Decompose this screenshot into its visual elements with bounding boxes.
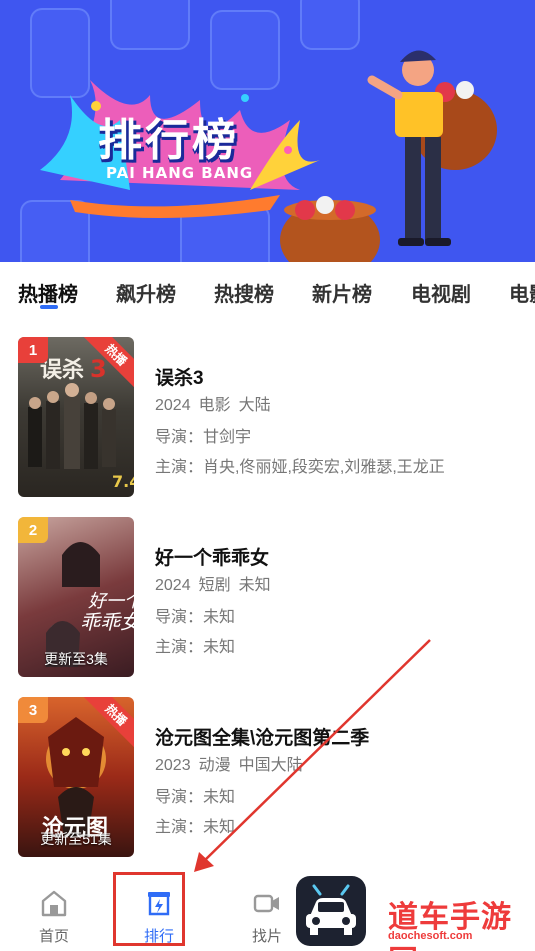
item-director: 导演：未知 — [155, 783, 235, 807]
tab-movie[interactable]: 电影 — [509, 278, 535, 307]
poster-update-note: 更新至51集 — [40, 831, 112, 847]
tab-rising[interactable]: 飙升榜 — [116, 278, 176, 307]
home-icon — [41, 890, 67, 917]
rank-badge: 2 — [18, 517, 48, 543]
annotation-highlight-box — [113, 872, 185, 946]
rank-banner: 排行榜 PAI HANG BANG — [0, 0, 535, 262]
video-icon — [253, 894, 279, 913]
rank-badge: 3 — [18, 697, 48, 723]
item-meta: 2023 动漫 中国大陆 — [155, 751, 303, 775]
watermark-logo — [296, 876, 366, 946]
svg-text:3: 3 — [90, 355, 107, 383]
list-item[interactable]: 误杀 3 7.4 1 热播 误杀3 2024 电影大陆 导演：甘剑宇 主演：肖央,… — [0, 337, 535, 497]
watermark-text: 道车手游网 — [388, 900, 512, 951]
car-icon — [306, 884, 356, 935]
nav-home[interactable]: 首页 — [19, 876, 89, 951]
director-label: 导演： — [155, 429, 204, 446]
poster-update-note: 更新至3集 — [44, 651, 108, 667]
banner-subtitle: PAI HANG BANG — [106, 164, 254, 182]
item-year: 2024 — [155, 397, 191, 414]
cast-label: 主演： — [155, 639, 204, 656]
nav-home-label: 首页 — [38, 928, 69, 945]
director-value: 未知 — [203, 609, 236, 626]
item-year: 2024 — [155, 577, 191, 594]
watermark: 道车手游网 daochesoft.com — [296, 874, 535, 951]
item-genre: 动漫 — [198, 757, 231, 774]
svg-text:误杀: 误杀 — [40, 357, 84, 383]
cast-value: 未知 — [203, 819, 236, 836]
rank-tabs: 热播榜 飙升榜 热搜榜 新片榜 电视剧 电影 — [0, 262, 535, 316]
svg-text:乖乖女: 乖乖女 — [80, 610, 134, 634]
item-meta: 2024 短剧 未知 — [155, 571, 271, 595]
tab-tv[interactable]: 电视剧 — [411, 278, 471, 307]
director-label: 导演： — [155, 609, 204, 626]
director-label: 导演： — [155, 789, 204, 806]
item-cast: 主演：未知 — [155, 633, 235, 657]
item-cast: 主演：未知 — [155, 813, 235, 837]
tab-hot-play[interactable]: 热播榜 — [18, 278, 78, 307]
item-director: 导演：未知 — [155, 603, 235, 627]
poster[interactable]: 误杀 3 7.4 1 热播 — [18, 337, 134, 497]
item-cast: 主演：肖央,佟丽娅,段奕宏,刘雅瑟,王龙正 — [155, 453, 445, 477]
poster[interactable]: 沧元图 3 热播 更新至51集 — [18, 697, 134, 857]
watermark-sub: daochesoft.com — [388, 930, 473, 942]
tab-new[interactable]: 新片榜 — [312, 278, 372, 307]
tab-hot-search[interactable]: 热搜榜 — [214, 278, 274, 307]
item-genre: 短剧 — [198, 577, 231, 594]
cast-label: 主演： — [155, 459, 204, 476]
director-value: 未知 — [203, 789, 236, 806]
banner-splash-icon — [40, 50, 497, 262]
nav-find-label: 找片 — [251, 928, 282, 945]
item-genre: 电影 — [198, 397, 231, 414]
item-title[interactable]: 好一个乖乖女 — [155, 543, 269, 570]
rank-badge: 1 — [18, 337, 48, 363]
poster[interactable]: 好一个 乖乖女 2 更新至3集 — [18, 517, 134, 677]
item-title[interactable]: 沧元图全集\沧元图第二季 — [155, 723, 369, 750]
tab-active-indicator — [40, 305, 58, 309]
item-region: 未知 — [238, 577, 271, 594]
list-item[interactable]: 好一个 乖乖女 2 更新至3集 好一个乖乖女 2024短剧未知 导演：未知 主演… — [0, 517, 535, 677]
svg-text:好一个: 好一个 — [88, 591, 134, 612]
banner-title: 排行榜 — [98, 115, 239, 166]
item-region: 大陆 — [238, 397, 271, 414]
nav-find[interactable]: 找片 — [232, 876, 302, 951]
svg-text:7.4: 7.4 — [112, 472, 134, 491]
list-item[interactable]: 沧元图 3 热播 更新至51集 沧元图全集\沧元图第二季 2023 动漫 中国大陆 … — [0, 697, 535, 857]
item-year: 2023 — [155, 757, 191, 774]
item-meta: 2024 电影 大陆 — [155, 391, 271, 415]
item-title[interactable]: 误杀3 — [155, 363, 204, 390]
cast-label: 主演： — [155, 819, 204, 836]
cast-value: 未知 — [203, 639, 236, 656]
director-value: 甘剑宇 — [203, 429, 252, 446]
item-director: 导演：甘剑宇 — [155, 423, 251, 447]
item-region: 中国大陆 — [238, 757, 303, 774]
cast-value: 肖央,佟丽娅,段奕宏,刘雅瑟,王龙正 — [203, 459, 445, 476]
